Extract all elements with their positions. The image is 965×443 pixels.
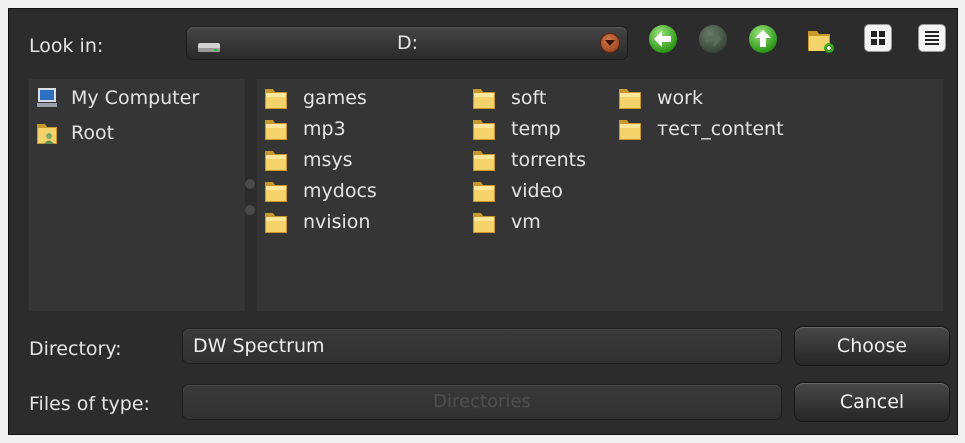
file-name: msys: [303, 148, 353, 171]
cancel-button[interactable]: Cancel: [795, 383, 949, 421]
files-of-type-value: Directories: [433, 391, 531, 412]
file-name: games: [303, 86, 367, 109]
folder-icon: [617, 116, 643, 142]
list-item[interactable]: work: [617, 82, 703, 113]
sidebar-item-label: Root: [71, 122, 115, 144]
sidebar-item-root[interactable]: Root: [35, 119, 114, 147]
arrow-right-icon: [699, 25, 727, 53]
file-name: torrents: [511, 148, 587, 171]
directory-field[interactable]: [183, 329, 781, 363]
files-of-type-dropdown[interactable]: Directories: [183, 385, 781, 419]
list-item[interactable]: soft: [471, 82, 546, 113]
look-in-value: D:: [397, 32, 419, 54]
file-name: temp: [511, 117, 561, 140]
sidebar-item-my-computer[interactable]: My Computer: [35, 84, 199, 112]
list-item[interactable]: vm: [471, 206, 541, 237]
sidebar-item-label: My Computer: [71, 87, 200, 109]
drive-icon: [198, 43, 220, 52]
list-item[interactable]: video: [471, 175, 563, 206]
folder-icon: [263, 85, 289, 111]
list-item[interactable]: nvision: [263, 206, 370, 237]
file-name: тест_content: [657, 117, 784, 140]
file-name: video: [511, 179, 563, 202]
list-item[interactable]: temp: [471, 113, 561, 144]
back-button[interactable]: [649, 25, 679, 55]
arrow-up-icon: [749, 25, 777, 53]
folder-user-icon: [37, 124, 57, 144]
look-in-dropdown[interactable]: D:: [187, 27, 627, 59]
forward-button[interactable]: [699, 25, 729, 55]
list-item[interactable]: games: [263, 82, 367, 113]
new-folder-icon: [808, 31, 834, 53]
directory-input[interactable]: [193, 329, 763, 363]
folder-icon: [471, 85, 497, 111]
folder-icon: [263, 147, 289, 173]
folder-icon: [617, 85, 643, 111]
directory-label: Directory:: [29, 338, 122, 360]
folder-icon: [471, 147, 497, 173]
computer-icon: [37, 88, 57, 107]
file-name: mp3: [303, 117, 346, 140]
grid-view-icon: [865, 25, 891, 51]
list-item[interactable]: тест_content: [617, 113, 784, 144]
arrow-left-icon: [649, 25, 677, 53]
places-sidebar: My Computer Root: [29, 79, 245, 311]
list-view-button[interactable]: [865, 25, 895, 55]
list-item[interactable]: mp3: [263, 113, 346, 144]
up-button[interactable]: [749, 25, 779, 55]
folder-icon: [263, 116, 289, 142]
file-name: vm: [511, 210, 541, 233]
list-item[interactable]: torrents: [471, 144, 586, 175]
folder-icon: [263, 209, 289, 235]
folder-icon: [471, 178, 497, 204]
detail-view-button[interactable]: [919, 25, 949, 55]
chevron-down-icon[interactable]: [601, 34, 619, 52]
file-list: games mp3 msys mydocs nvision soft temp: [257, 79, 943, 311]
folder-icon: [471, 116, 497, 142]
splitter-handle[interactable]: [245, 179, 255, 189]
detail-view-icon: [919, 25, 945, 51]
file-name: soft: [511, 86, 547, 109]
file-name: nvision: [303, 210, 371, 233]
splitter-handle[interactable]: [245, 205, 255, 215]
list-item[interactable]: msys: [263, 144, 353, 175]
file-name: work: [657, 86, 703, 109]
choose-button[interactable]: Choose: [795, 327, 949, 365]
files-of-type-label: Files of type:: [29, 393, 150, 415]
folder-icon: [263, 178, 289, 204]
list-item[interactable]: mydocs: [263, 175, 377, 206]
file-dialog: Look in: D: My Computer Root games mp3 m…: [8, 8, 958, 435]
look-in-label: Look in:: [29, 35, 104, 57]
folder-icon: [471, 209, 497, 235]
new-folder-button[interactable]: [805, 25, 835, 55]
file-name: mydocs: [303, 179, 377, 202]
